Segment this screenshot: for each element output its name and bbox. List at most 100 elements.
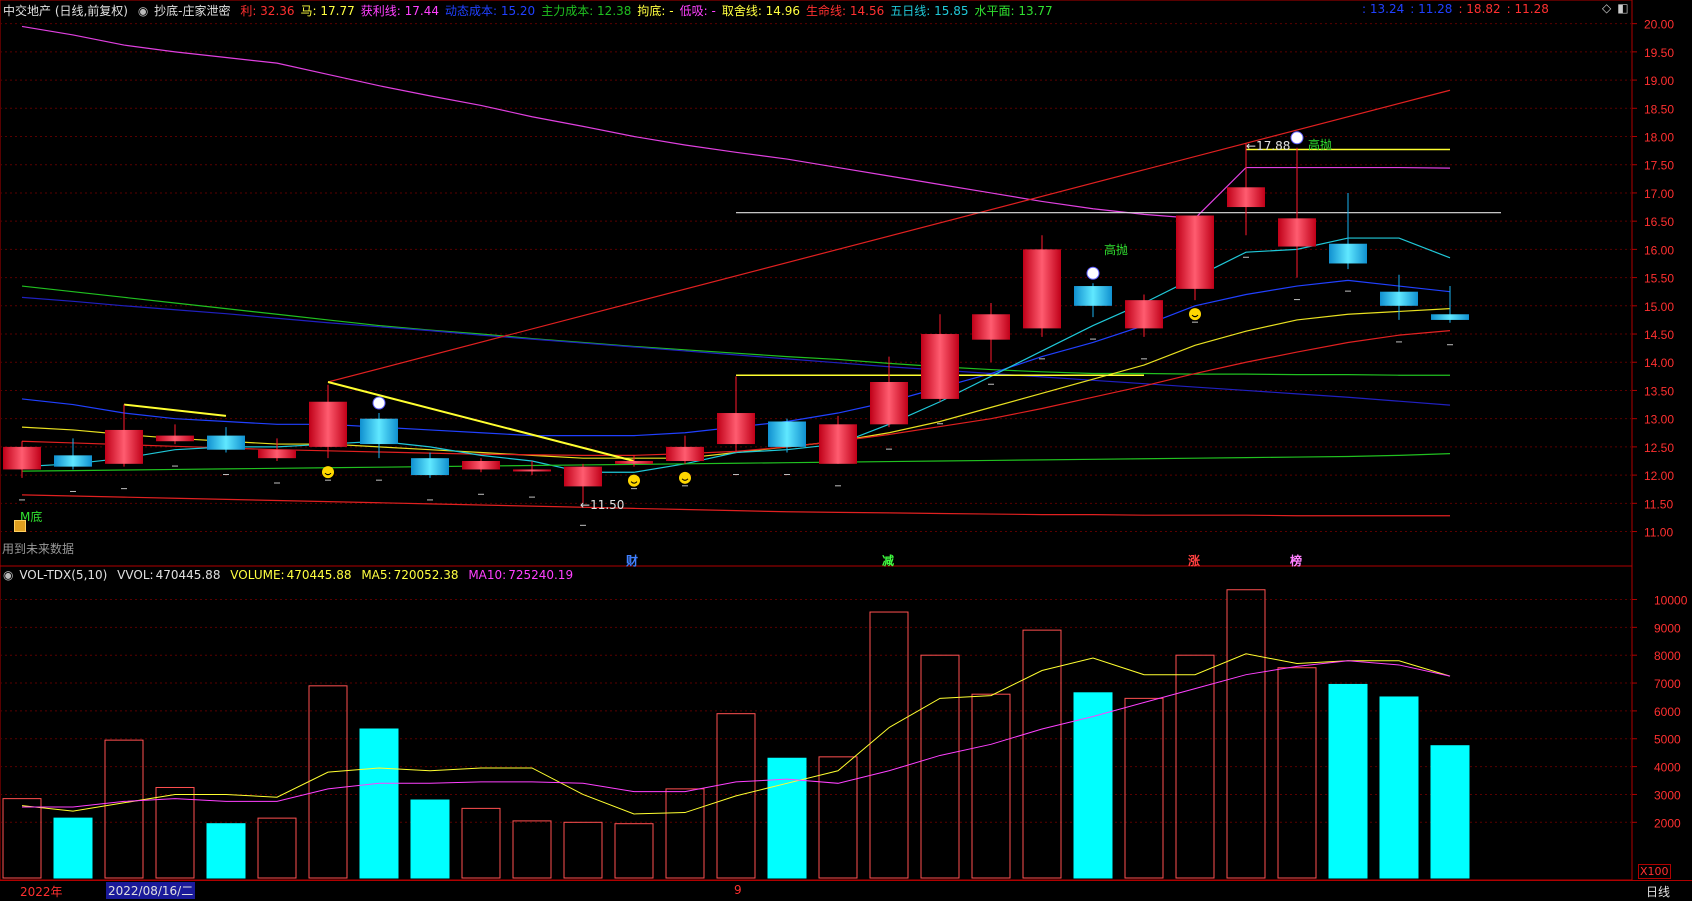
candle-body[interactable] <box>1227 187 1265 208</box>
candle-body[interactable] <box>921 334 959 399</box>
m-bottom-icon <box>14 520 26 532</box>
volume-bar[interactable] <box>206 823 246 879</box>
ma5-label: MA5: <box>361 568 392 582</box>
volume-ma-lines <box>21 653 1451 815</box>
candle-body[interactable] <box>258 449 296 459</box>
volume-bar[interactable] <box>665 788 705 879</box>
volume-bar[interactable] <box>971 693 1011 879</box>
price-tick-label: 15.00 <box>1644 300 1674 314</box>
candle-body[interactable] <box>768 421 806 447</box>
stock-title[interactable]: 中交地产 (日线,前复权) <box>3 4 128 18</box>
volume-bar[interactable] <box>1277 667 1317 879</box>
price-tick-label: 15.50 <box>1644 272 1674 286</box>
smiley-buy-icon <box>679 471 691 484</box>
volume-bar[interactable] <box>461 807 501 879</box>
volume-bar[interactable] <box>1226 589 1266 879</box>
diamond-icon[interactable]: ◇ <box>1602 1 1611 15</box>
candle-body[interactable] <box>1125 300 1163 329</box>
indicator-value-4: 主力成本: 12.38 <box>541 4 632 18</box>
price-tick-label: 11.50 <box>1644 497 1673 511</box>
candle-body[interactable] <box>1329 243 1367 264</box>
sell-signal-label: 高抛 <box>1308 138 1333 152</box>
candle-body[interactable] <box>1278 218 1316 247</box>
volume-indicator-name[interactable]: VOL-TDX(5,10) <box>19 568 107 582</box>
candle-body[interactable] <box>1176 215 1214 289</box>
candle-body[interactable] <box>615 460 653 464</box>
candle-body[interactable] <box>564 466 602 487</box>
volume-bar[interactable] <box>53 817 93 879</box>
volume-bar[interactable] <box>1124 697 1164 879</box>
volume-bar[interactable] <box>1430 745 1470 879</box>
right-value-1: : 11.28 <box>1410 2 1453 16</box>
candle-body[interactable] <box>1023 249 1061 329</box>
candle-body[interactable] <box>513 469 551 472</box>
candle-body[interactable] <box>1074 286 1112 306</box>
smiley-buy-icon <box>628 474 640 487</box>
price-tick-label: 12.00 <box>1644 469 1674 483</box>
candles[interactable] <box>3 143 1469 504</box>
volume-bar[interactable] <box>1379 696 1419 879</box>
candle-body[interactable] <box>3 446 41 470</box>
volume-bar[interactable] <box>767 757 807 879</box>
candle-body[interactable] <box>972 314 1010 340</box>
vvol-label: VVOL: <box>117 568 154 582</box>
volume-bar[interactable] <box>104 739 144 879</box>
candle-body[interactable] <box>819 424 857 464</box>
candle-body[interactable] <box>207 435 245 450</box>
low-price-value: 11.50 <box>590 498 625 512</box>
price-panel[interactable]: 11.00 11.50 12.00 12.50 13.00 13.50 14.00 14.50… <box>0 0 1674 567</box>
sell-face-icon <box>1086 266 1100 280</box>
sell-signal-label: 高抛 <box>1104 243 1129 257</box>
indicator-value-7: 取舍线: 14.96 <box>721 4 801 18</box>
volume-bar[interactable] <box>614 823 654 879</box>
candle-body[interactable] <box>105 429 143 464</box>
volume-tick-label: 6000 <box>1654 705 1681 719</box>
candle-body[interactable] <box>1431 314 1469 320</box>
event-marker-reduce[interactable]: 减 <box>882 552 894 569</box>
volume-bar[interactable] <box>359 728 399 879</box>
candle-body[interactable] <box>870 381 908 425</box>
volume-settings-icon[interactable]: ◉ <box>3 568 13 582</box>
candle-body[interactable] <box>717 413 755 445</box>
volume-bar[interactable] <box>257 817 297 879</box>
candle-body[interactable] <box>54 455 92 467</box>
event-marker-limit-up[interactable]: 涨 <box>1188 552 1200 569</box>
panel-toggle-icon[interactable]: ◧ <box>1617 1 1628 15</box>
price-tick-label: 20.00 <box>1644 18 1674 32</box>
volume-bar[interactable] <box>1073 692 1113 879</box>
candle-body[interactable] <box>156 435 194 442</box>
volume-bar[interactable] <box>869 611 909 879</box>
volume-bar[interactable] <box>818 756 858 879</box>
price-tick-label: 13.50 <box>1644 384 1674 398</box>
candle-body[interactable] <box>462 460 500 470</box>
event-marker-list[interactable]: 榜 <box>1290 552 1302 569</box>
right-value-2: : 18.82 <box>1458 2 1501 16</box>
month-marker: 9 <box>734 883 742 897</box>
indicator-value-8: 生命线: 14.56 <box>806 4 885 18</box>
candle-body[interactable] <box>360 418 398 445</box>
volume-bar[interactable] <box>2 798 42 879</box>
volume-panel[interactable]: 2000 3000 4000 5000 6000 7000 8000 9000 10000 <box>0 565 1688 881</box>
candle-body[interactable] <box>1380 291 1418 306</box>
volume-bar[interactable] <box>512 820 552 879</box>
candle-body[interactable] <box>411 458 449 476</box>
price-tick-label: 19.50 <box>1644 46 1674 60</box>
volume-bars[interactable] <box>2 589 1470 879</box>
period-button[interactable]: 日线 <box>1646 883 1670 900</box>
event-marker-finance[interactable]: 财 <box>626 552 638 569</box>
volume-bar[interactable] <box>410 799 450 879</box>
stock-chart-canvas[interactable]: 11.00 11.50 12.00 12.50 13.00 13.50 14.00 14.50… <box>0 0 1692 900</box>
cursor-date: 2022/08/16/二 <box>106 882 196 899</box>
indicator-settings-icon[interactable]: ◉ <box>138 4 148 18</box>
volume-bar[interactable] <box>563 821 603 879</box>
volume-bar[interactable] <box>155 786 195 879</box>
volume-unit: X100 <box>1638 864 1671 879</box>
year-label: 2022年 <box>20 885 63 899</box>
price-tick-label: 11.00 <box>1644 526 1673 540</box>
volume-bar[interactable] <box>308 685 348 879</box>
volume-bar[interactable] <box>1328 683 1368 879</box>
indicator-name[interactable]: 抄底-庄家泄密 <box>154 4 230 18</box>
candle-body[interactable] <box>666 446 704 461</box>
line-support-green <box>21 453 1451 472</box>
candle-body[interactable] <box>309 401 347 447</box>
